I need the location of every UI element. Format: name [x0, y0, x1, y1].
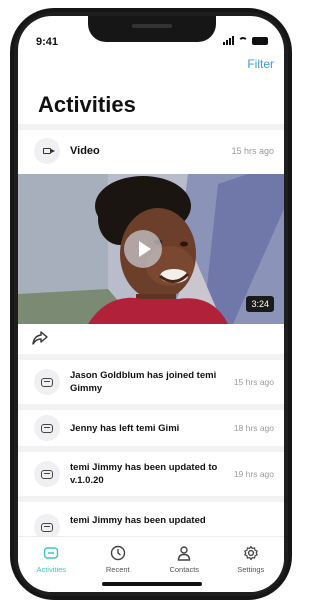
share-arrow-icon [32, 331, 48, 345]
clock-icon [110, 545, 125, 561]
speaker-grille [132, 24, 172, 28]
filter-button[interactable]: Filter [247, 57, 274, 71]
signal-icon [223, 36, 234, 45]
robot-icon [34, 369, 60, 395]
tab-label: Contacts [169, 565, 200, 574]
video-type-label: Video [70, 145, 100, 157]
activity-item[interactable]: Jenny has left temi Gimi 18 hrs ago [18, 410, 284, 446]
activity-item[interactable]: Jason Goldblum has joined temi Gimmy 15 … [18, 360, 284, 404]
page-title: Activities [38, 92, 136, 117]
activity-text: Jenny has left temi Gimi [70, 422, 180, 434]
activity-text: temi Jimmy has been updated to v.1.0.20 [70, 462, 218, 486]
person-icon [178, 546, 191, 561]
tab-label: Recent [105, 565, 130, 574]
tab-label: Settings [237, 565, 265, 574]
tab-label: Activities [36, 565, 67, 574]
gear-icon [243, 545, 258, 561]
video-duration-badge: 3:24 [246, 296, 274, 312]
activities-icon [44, 547, 59, 559]
video-card-header: Video 15 hrs ago [18, 130, 284, 172]
activity-timestamp: 19 hrs ago [233, 469, 274, 479]
tab-activities[interactable]: Activities [21, 545, 81, 592]
status-icons [223, 36, 268, 45]
play-button[interactable] [124, 230, 162, 268]
video-timestamp: 15 hrs ago [231, 146, 274, 156]
tab-settings[interactable]: Settings [221, 545, 281, 592]
activity-timestamp: 18 hrs ago [233, 423, 274, 433]
app-screen: 9:41 Filter Activities Video 15 hrs ago [18, 16, 284, 592]
home-indicator [102, 582, 202, 586]
device-notch [88, 16, 216, 42]
wifi-icon [238, 36, 248, 45]
video-thumbnail[interactable]: 3:24 [18, 174, 284, 324]
play-icon [138, 241, 151, 257]
activity-text: Jason Goldblum has joined temi Gimmy [70, 370, 217, 394]
share-button[interactable] [32, 328, 48, 348]
robot-icon [34, 415, 60, 441]
video-camera-icon [34, 138, 60, 164]
robot-icon [34, 461, 60, 487]
activity-text: temi Jimmy has been updated [70, 515, 206, 526]
video-activity-card[interactable]: Video 15 hrs ago 3:24 [18, 130, 284, 354]
activity-timestamp: 15 hrs ago [233, 377, 274, 387]
battery-icon [252, 36, 268, 45]
activity-feed[interactable]: Video 15 hrs ago 3:24 Jason Goldblum has… [18, 124, 284, 544]
activity-item[interactable]: temi Jimmy has been updated to v.1.0.20 … [18, 452, 284, 496]
status-time: 9:41 [36, 36, 59, 48]
